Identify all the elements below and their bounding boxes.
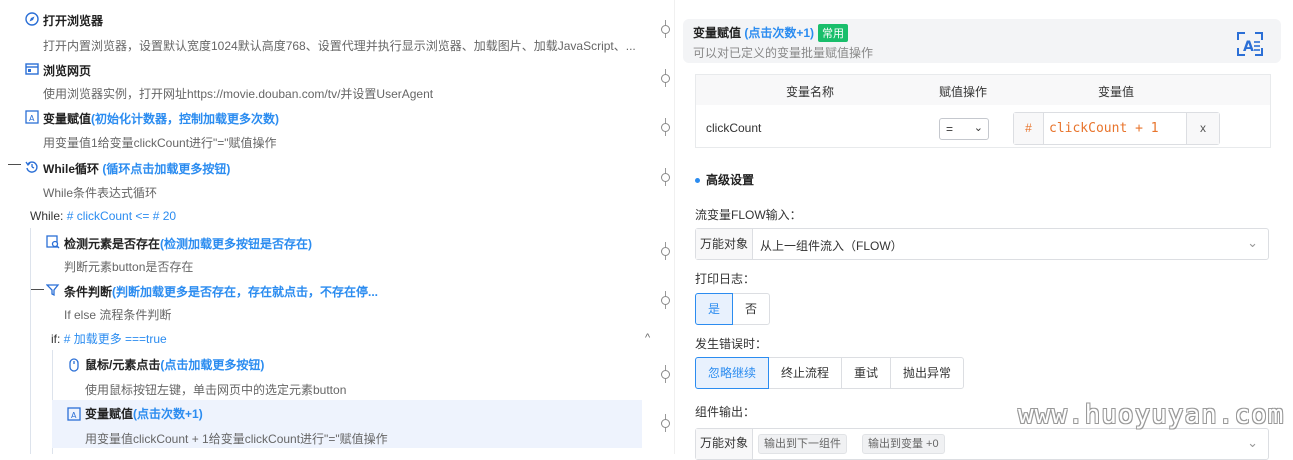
- expression-hash-icon[interactable]: #: [1014, 113, 1044, 144]
- step-desc: 判断元素button是否存在: [64, 260, 194, 274]
- on-error-toggle: 忽略继续 终止流程 重试 抛出异常: [695, 357, 965, 389]
- log-no-button[interactable]: 否: [732, 293, 771, 325]
- step-title: 浏览网页: [43, 64, 92, 78]
- column-header: 变量值: [1098, 85, 1135, 99]
- collapse-toggle[interactable]: —: [31, 281, 44, 296]
- step-title: 检测元素是否存在(检测加载更多按钮是否存在): [64, 237, 313, 251]
- step-title: 变量赋值(点击次数+1): [85, 407, 203, 421]
- component-output-label: 组件输出：: [695, 405, 756, 419]
- connector-port[interactable]: [660, 242, 672, 260]
- advanced-settings-title: 高级设置: [695, 171, 754, 188]
- connector-port[interactable]: [660, 291, 672, 309]
- column-header: 赋值操作: [939, 85, 988, 99]
- ignore-continue-button[interactable]: 忽略继续: [695, 357, 770, 389]
- element-check-icon: [46, 235, 60, 249]
- tree-line: [30, 228, 31, 454]
- while-condition: While: # clickCount <= # 20: [30, 209, 177, 223]
- output-prefix: 万能对象: [696, 429, 753, 459]
- stop-flow-button[interactable]: 终止流程: [768, 357, 843, 389]
- step-title: While循环 (循环点击加载更多按钮): [43, 162, 231, 176]
- panel-subtitle: 可以对已定义的变量批量赋值操作: [693, 46, 874, 60]
- variable-assign-icon: A: [67, 407, 81, 421]
- step-title: 条件判断(判断加载更多是否存在，存在就点击，不存在停...: [64, 285, 379, 299]
- common-badge: 常用: [818, 24, 849, 42]
- component-output-select[interactable]: 万能对象 输出到下一组件 输出到变量 +0 ⌄: [695, 428, 1269, 460]
- condition-icon: [46, 284, 60, 297]
- step-title: 变量赋值(初始化计数器，控制加载更多次数): [43, 112, 280, 126]
- table-header: 变量名称 赋值操作 变量值: [696, 75, 1270, 105]
- connector-port[interactable]: [660, 168, 672, 186]
- connector-port[interactable]: [660, 20, 672, 38]
- flow-input-value: 从上一组件流入（FLOW）: [760, 239, 903, 253]
- expression-text[interactable]: clickCount + 1: [1049, 121, 1159, 136]
- collapse-toggle[interactable]: —: [8, 156, 21, 171]
- step-desc: While条件表达式循环: [43, 186, 158, 200]
- svg-text:A: A: [29, 114, 35, 123]
- variable-table: 变量名称 赋值操作 变量值 clickCount = ⌄ # clickCount…: [695, 74, 1271, 148]
- clear-button[interactable]: x: [1186, 113, 1219, 144]
- properties-panel: 变量赋值 (点击次数+1) 常用 可以对已定义的变量批量赋值操作 A 变量名称 赋…: [683, 0, 1283, 460]
- connector-port[interactable]: [660, 69, 672, 87]
- svg-text:A: A: [71, 411, 77, 420]
- assign-op-select[interactable]: = ⌄: [939, 118, 989, 140]
- variable-name-cell: clickCount: [706, 121, 762, 135]
- step-title: 鼠标/元素点击(点击加载更多按钮): [85, 358, 265, 372]
- step-desc: 使用鼠标按钮左键，单击网页中的选定元素button: [85, 383, 347, 397]
- chevron-down-icon: ⌄: [973, 122, 983, 134]
- chevron-down-icon: ⌄: [1247, 235, 1258, 250]
- step-desc: 用变量值clickCount + 1给变量clickCount进行"="赋值操作: [85, 432, 388, 446]
- retry-button[interactable]: 重试: [841, 357, 892, 389]
- panel-divider: [674, 0, 675, 454]
- chevron-down-icon: ⌄: [1247, 435, 1258, 450]
- output-tag[interactable]: 输出到下一组件: [758, 434, 847, 454]
- flow-input-label: 流变量FLOW输入：: [695, 208, 802, 222]
- on-error-label: 发生错误时：: [695, 337, 768, 351]
- loop-icon: [25, 161, 38, 173]
- step-title: 打开浏览器: [43, 14, 104, 28]
- variable-assign-icon: A: [1237, 32, 1263, 56]
- print-log-toggle: 是 否: [695, 293, 771, 325]
- output-tag[interactable]: 输出到变量 +0: [862, 434, 945, 454]
- log-yes-button[interactable]: 是: [695, 293, 734, 325]
- connector-port[interactable]: [660, 365, 672, 383]
- column-header: 变量名称: [786, 85, 835, 99]
- mouse-icon: [69, 358, 79, 372]
- flow-tree: 打开浏览器 打开内置浏览器，设置默认宽度1024默认高度768、设置代理并执行显…: [0, 0, 660, 454]
- watermark: www.huoyuyan.com: [1018, 400, 1285, 430]
- step-desc: 用变量值1给变量clickCount进行"="赋值操作: [43, 136, 277, 150]
- if-condition: if: # 加载更多 ===true: [51, 332, 167, 346]
- connector-port[interactable]: [660, 414, 672, 432]
- step-desc: 打开内置浏览器，设置默认宽度1024默认高度768、设置代理并执行显示浏览器、加…: [43, 39, 636, 53]
- step-desc: 使用浏览器实例，打开网址https://movie.douban.com/tv/…: [43, 87, 434, 101]
- connector-port[interactable]: [660, 118, 672, 136]
- flow-input-select[interactable]: 万能对象 从上一组件流入（FLOW） ⌄: [695, 228, 1269, 260]
- panel-title: 变量赋值 (点击次数+1) 常用: [693, 24, 849, 42]
- compass-icon: [25, 12, 39, 26]
- step-desc: If else 流程条件判断: [64, 308, 172, 322]
- flow-input-prefix: 万能对象: [696, 229, 753, 259]
- variable-value-input[interactable]: # clickCount + 1 x: [1013, 112, 1220, 145]
- throw-error-button[interactable]: 抛出异常: [890, 357, 965, 389]
- svg-text:A: A: [1243, 39, 1254, 55]
- browser-window-icon: [25, 63, 39, 75]
- print-log-label: 打印日志：: [695, 272, 756, 286]
- chevron-up-icon[interactable]: ^: [645, 332, 650, 344]
- panel-header: 变量赋值 (点击次数+1) 常用 可以对已定义的变量批量赋值操作 A: [683, 19, 1281, 63]
- variable-assign-icon: A: [25, 110, 39, 124]
